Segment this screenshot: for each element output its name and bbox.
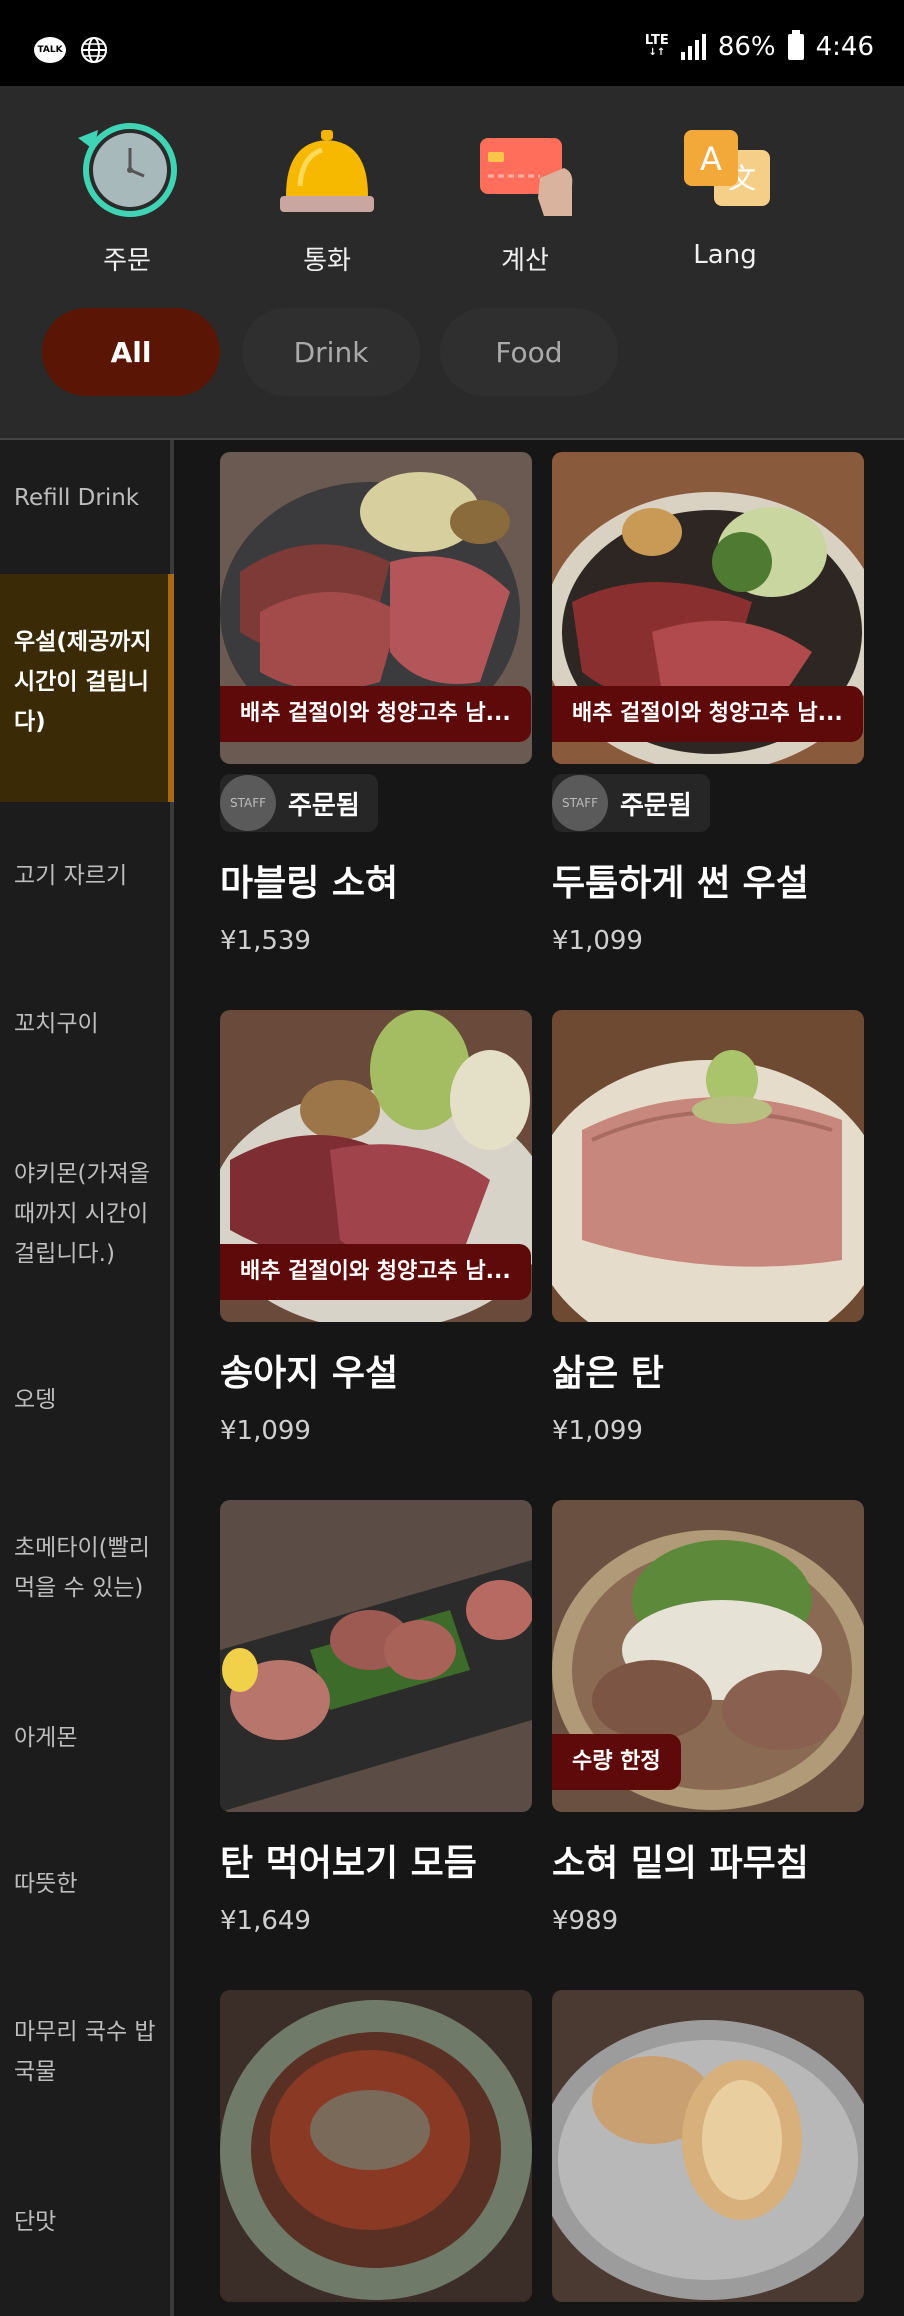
checkout-button[interactable]: 계산 bbox=[460, 116, 590, 277]
category-sidebar: Refill Drink 우설(제공까지 시간이 걸립니다) 고기 자르기 꼬치… bbox=[0, 440, 174, 2316]
category-warm[interactable]: 따뜻한 bbox=[0, 1864, 174, 1904]
filter-all[interactable]: All bbox=[42, 308, 220, 396]
item-price: ¥1,539 bbox=[220, 926, 311, 956]
food-image: 배추 겉절이와 청양고추 남... bbox=[220, 1010, 532, 1322]
battery-percent: 86% bbox=[717, 32, 776, 62]
item-name: 마블링 소혀 bbox=[220, 863, 399, 904]
item-price: ¥1,099 bbox=[552, 926, 643, 956]
item-tag: 배추 겉절이와 청양고추 남... bbox=[220, 686, 531, 742]
checkout-label: 계산 bbox=[501, 246, 549, 276]
credit-card-icon bbox=[470, 116, 580, 226]
staff-ordered-status: STAFF 주문됨 bbox=[220, 774, 378, 832]
item-tag: 배추 겉절이와 청양고추 남... bbox=[552, 686, 863, 742]
food-image: 수량 한정 bbox=[552, 1500, 864, 1812]
item-tag: 배추 겉절이와 청양고추 남... bbox=[220, 1244, 531, 1300]
call-staff-button[interactable]: 통화 bbox=[262, 116, 392, 277]
ordered-label: 주문됨 bbox=[288, 790, 360, 821]
item-name: 탄 먹어보기 모듬 bbox=[220, 1843, 477, 1884]
order-history-label: 주문 bbox=[103, 246, 151, 276]
food-image bbox=[552, 1990, 864, 2302]
order-history-button[interactable]: 주문 bbox=[62, 116, 192, 277]
svg-text:A: A bbox=[700, 140, 722, 178]
translate-icon: 文 A bbox=[670, 116, 780, 226]
service-bell-icon bbox=[272, 116, 382, 226]
filter-drink[interactable]: Drink bbox=[242, 308, 420, 396]
item-price: ¥1,099 bbox=[220, 1416, 311, 1446]
status-bar: TALK LTE ↓↑ 86% 4:46 bbox=[0, 0, 904, 86]
category-skewers[interactable]: 꼬치구이 bbox=[0, 1004, 174, 1044]
menu-item-card[interactable]: 삶은 탄 ¥1,099 bbox=[552, 1010, 864, 1446]
menu-item-card[interactable]: 배추 겉절이와 청양고추 남... STAFF 주문됨 마블링 소혀 ¥1,53… bbox=[220, 452, 532, 956]
signal-icon bbox=[680, 34, 706, 60]
item-tag: 수량 한정 bbox=[552, 1734, 681, 1790]
clock-refresh-icon bbox=[72, 116, 182, 226]
category-refill-drink[interactable]: Refill Drink bbox=[0, 478, 174, 518]
language-button[interactable]: 文 A Lang bbox=[660, 116, 790, 270]
item-name: 삶은 탄 bbox=[552, 1353, 664, 1394]
staff-badge: STAFF bbox=[552, 775, 608, 831]
item-name: 송아지 우설 bbox=[220, 1353, 399, 1394]
menu-item-card[interactable]: 배추 겉절이와 청양고추 남... STAFF 주문됨 두툼하게 썬 우설 ¥1… bbox=[552, 452, 864, 956]
battery-icon bbox=[787, 30, 804, 60]
menu-item-card[interactable] bbox=[220, 1990, 532, 2302]
category-oden[interactable]: 오뎅 bbox=[0, 1380, 174, 1420]
staff-ordered-status: STAFF 주문됨 bbox=[552, 774, 710, 832]
food-image bbox=[552, 1010, 864, 1322]
category-quick[interactable]: 초메타이(빨리 먹을 수 있는) bbox=[0, 1528, 174, 1608]
food-image bbox=[220, 1990, 532, 2302]
top-panel: 주문 통화 계산 文 A Lang All Drink Food bbox=[0, 86, 904, 440]
call-staff-label: 통화 bbox=[303, 246, 351, 276]
menu-item-card[interactable]: 수량 한정 소혀 밑의 파무침 ¥989 bbox=[552, 1500, 864, 1936]
category-grilled[interactable]: 야키몬(가져올 때까지 시간이 걸립니다.) bbox=[0, 1154, 174, 1274]
food-image bbox=[220, 1500, 532, 1812]
menu-item-card[interactable]: 탄 먹어보기 모듬 ¥1,649 bbox=[220, 1500, 532, 1936]
category-tongue-active[interactable]: 우설(제공까지 시간이 걸립니다) bbox=[0, 574, 174, 802]
item-price: ¥1,099 bbox=[552, 1416, 643, 1446]
menu-item-card[interactable]: 배추 겉절이와 청양고추 남... 송아지 우설 ¥1,099 bbox=[220, 1010, 532, 1446]
category-fried[interactable]: 아게몬 bbox=[0, 1718, 174, 1758]
filter-food[interactable]: Food bbox=[440, 308, 618, 396]
item-name: 소혀 밑의 파무침 bbox=[552, 1843, 809, 1884]
globe-icon bbox=[81, 37, 107, 63]
category-dessert[interactable]: 단맛 bbox=[0, 2202, 174, 2242]
item-name: 두툼하게 썬 우설 bbox=[552, 863, 809, 904]
network-indicator: LTE ↓↑ bbox=[644, 33, 669, 58]
language-label: Lang bbox=[693, 240, 757, 270]
staff-badge: STAFF bbox=[220, 775, 276, 831]
food-image: 배추 겉절이와 청양고추 남... bbox=[220, 452, 532, 764]
menu-item-card[interactable] bbox=[552, 1990, 864, 2302]
kakaotalk-icon: TALK bbox=[34, 37, 66, 63]
item-price: ¥989 bbox=[552, 1906, 619, 1936]
ordered-label: 주문됨 bbox=[620, 790, 692, 821]
item-price: ¥1,649 bbox=[220, 1906, 311, 1936]
clock-time: 4:46 bbox=[815, 32, 874, 62]
category-finisher[interactable]: 마무리 국수 밥 국물 bbox=[0, 2012, 174, 2092]
category-meat-cuts[interactable]: 고기 자르기 bbox=[0, 856, 174, 896]
food-image: 배추 겉절이와 청양고추 남... bbox=[552, 452, 864, 764]
